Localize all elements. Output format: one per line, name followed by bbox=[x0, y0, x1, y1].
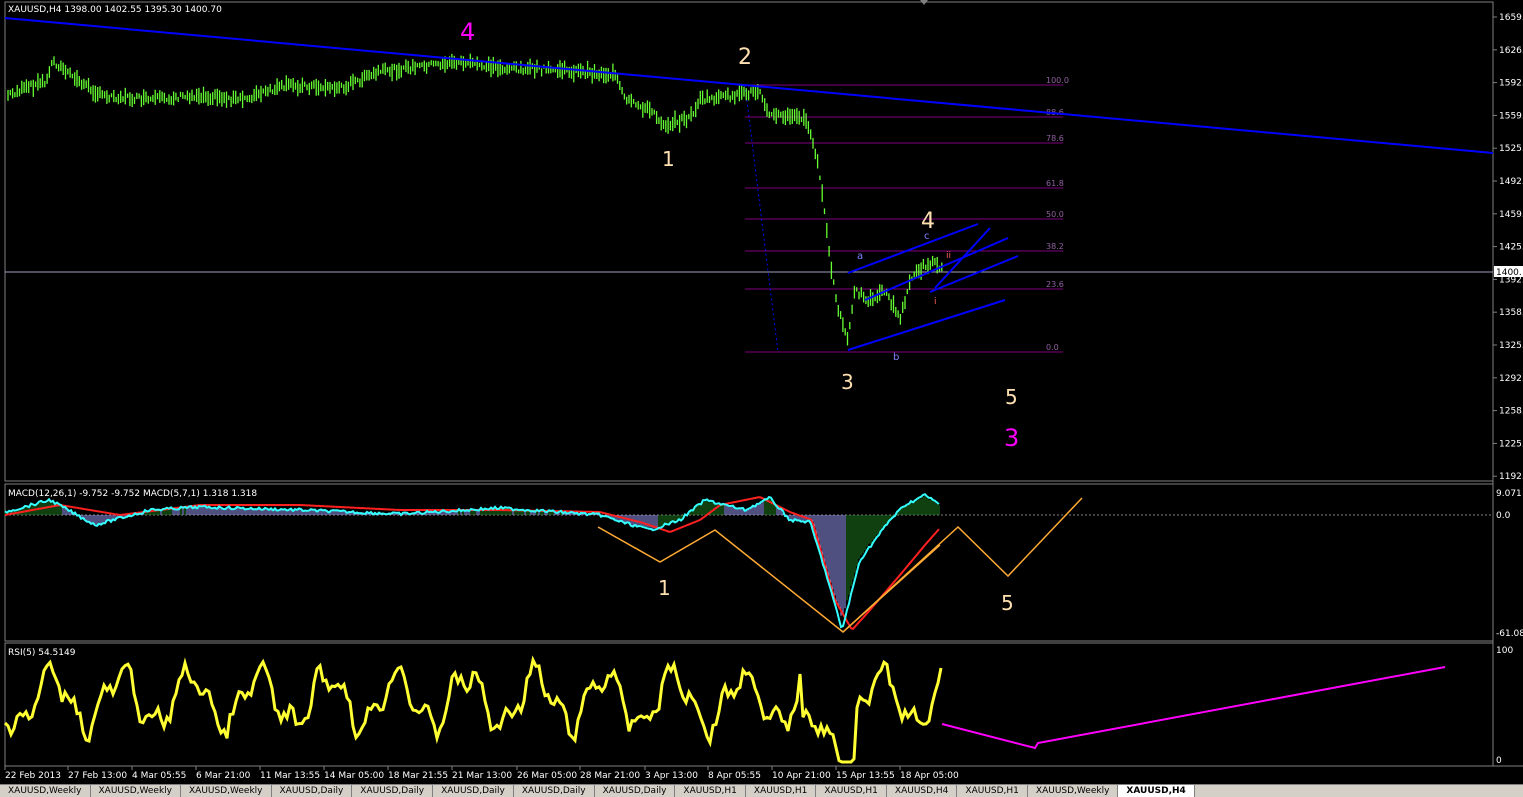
price-label: 1225. bbox=[1499, 439, 1523, 449]
macd-scale-zero: 0.0 bbox=[1496, 511, 1511, 521]
rsi-scale-top: 100 bbox=[1496, 646, 1513, 656]
chart-tab[interactable]: XAUUSD,Weekly bbox=[181, 785, 272, 797]
chart-tab[interactable]: XAUUSD,Weekly bbox=[91, 785, 181, 797]
rsi-line bbox=[3, 655, 943, 764]
fib-level-label: 38.2 bbox=[1046, 242, 1064, 251]
fib-level-label: 23.6 bbox=[1046, 280, 1064, 289]
fib-level-label: 61.8 bbox=[1046, 179, 1064, 188]
time-label: 15 Apr 13:55 bbox=[836, 771, 895, 781]
time-label: 18 Mar 21:55 bbox=[388, 771, 448, 781]
chart-tab[interactable]: XAUUSD,H4 bbox=[1118, 785, 1195, 797]
time-label: 18 Apr 05:00 bbox=[900, 771, 959, 781]
price-label: 1258. bbox=[1499, 407, 1523, 417]
rsi-header: RSI(5) 54.5149 bbox=[8, 648, 76, 658]
price-label: 1425. bbox=[1499, 243, 1523, 253]
macd-scale-bottom: -61.08 bbox=[1496, 629, 1523, 639]
chart-header: XAUUSD,H4 1398.00 1402.55 1395.30 1400.7… bbox=[8, 5, 222, 15]
time-label: 3 Apr 13:00 bbox=[645, 771, 698, 781]
wave-3-magenta: 3 bbox=[1004, 424, 1019, 452]
channel-lower-line[interactable] bbox=[847, 299, 1006, 351]
sub-wave-i: i bbox=[934, 297, 937, 307]
time-axis: 22 Feb 2013 27 Feb 13:00 4 Mar 05:55 6 Mar … bbox=[4, 766, 959, 781]
price-label: 1659. bbox=[1499, 13, 1523, 23]
sub-wave-ii: ii bbox=[946, 251, 951, 261]
time-label: 4 Mar 05:55 bbox=[132, 771, 186, 781]
price-label: 1292. bbox=[1499, 374, 1523, 384]
chart-tab[interactable]: XAUUSD,Daily bbox=[595, 785, 676, 797]
price-scale[interactable]: 1659. 1626. 1592. 1559. 1525. 1492. 1459. 1425.… bbox=[1493, 13, 1523, 482]
rsi-trendline[interactable] bbox=[941, 666, 1446, 750]
time-label: 27 Feb 13:00 bbox=[68, 771, 127, 781]
chart-tab[interactable]: XAUUSD,Weekly bbox=[0, 785, 91, 797]
fib-level-label: 100.0 bbox=[1046, 76, 1069, 85]
chart-tabs: XAUUSD,Weekly XAUUSD,Weekly XAUUSD,Weekly X… bbox=[0, 784, 1523, 797]
sub-wave-c: c bbox=[924, 231, 930, 242]
fib-level-label: 0.0 bbox=[1046, 343, 1059, 352]
time-label: 8 Apr 05:55 bbox=[708, 771, 761, 781]
chart-tab[interactable]: XAUUSD,H1 bbox=[746, 785, 817, 797]
macd-wave-5: 5 bbox=[1001, 591, 1014, 615]
wave-1: 1 bbox=[662, 147, 675, 171]
wave-4-magenta: 4 bbox=[460, 18, 475, 46]
sub-wave-a: a bbox=[857, 251, 863, 262]
macd-wave-1: 1 bbox=[658, 576, 671, 600]
macd-divergence-line[interactable] bbox=[842, 544, 941, 633]
chart-tab[interactable]: XAUUSD,Daily bbox=[433, 785, 514, 797]
macd-header: MACD(12,26,1) -9.752 -9.752 MACD(5,7,1) … bbox=[8, 489, 257, 499]
chart-tab[interactable]: XAUUSD,Daily bbox=[272, 785, 353, 797]
price-label: 1459. bbox=[1499, 210, 1523, 220]
chart-tab[interactable]: XAUUSD,H1 bbox=[957, 785, 1028, 797]
main-trendline[interactable] bbox=[4, 17, 1494, 154]
price-label: 1325. bbox=[1499, 341, 1523, 351]
price-label: 1559. bbox=[1499, 111, 1523, 121]
chart-tab[interactable]: XAUUSD,Daily bbox=[352, 785, 434, 797]
sub-wave-b: b bbox=[893, 352, 899, 363]
price-label: 1592. bbox=[1499, 79, 1523, 89]
fib-level-label: 50.0 bbox=[1046, 210, 1064, 219]
wave-3: 3 bbox=[841, 370, 854, 394]
chart-tab[interactable]: XAUUSD,Weekly bbox=[1028, 785, 1119, 797]
chart-tab[interactable]: XAUUSD,H4 bbox=[887, 785, 958, 797]
time-label: 26 Mar 05:00 bbox=[517, 771, 577, 781]
wave-2: 2 bbox=[738, 45, 752, 70]
price-label: 1626. bbox=[1499, 46, 1523, 56]
channel-line-2[interactable] bbox=[929, 255, 1019, 293]
chart-tab[interactable]: XAUUSD,H1 bbox=[816, 785, 887, 797]
fib-level-label: 78.6 bbox=[1046, 134, 1064, 143]
macd-scale-top: 9.071 bbox=[1496, 489, 1522, 499]
time-label: 6 Mar 21:00 bbox=[196, 771, 251, 781]
time-label: 21 Mar 13:00 bbox=[452, 771, 512, 781]
time-label: 10 Apr 21:00 bbox=[772, 771, 831, 781]
wave-5: 5 bbox=[1005, 385, 1018, 409]
chart-canvas[interactable]: 100.088.678.661.850.038.223.60.0 XAUUSD,… bbox=[0, 0, 1523, 796]
price-label: 1358. bbox=[1499, 308, 1523, 318]
rsi-scale-bottom: 0 bbox=[1496, 756, 1502, 766]
price-label: 1525. bbox=[1499, 144, 1523, 154]
channel-upper-line[interactable] bbox=[847, 223, 979, 274]
time-label: 22 Feb 2013 bbox=[5, 771, 61, 781]
time-label: 11 Mar 13:55 bbox=[260, 771, 320, 781]
price-candles bbox=[7, 53, 943, 346]
price-label: 1392. bbox=[1499, 275, 1523, 285]
chart-tab[interactable]: XAUUSD,H1 bbox=[675, 785, 746, 797]
price-label: 1192. bbox=[1499, 472, 1523, 482]
time-label: 14 Mar 05:00 bbox=[324, 771, 384, 781]
fibonacci-retracement[interactable]: 100.088.678.661.850.038.223.60.0 bbox=[745, 76, 1069, 353]
chart-tab[interactable]: XAUUSD,Daily bbox=[514, 785, 595, 797]
price-label: 1492. bbox=[1499, 177, 1523, 187]
time-label: 28 Mar 21:00 bbox=[580, 771, 640, 781]
rsi-panel[interactable] bbox=[4, 642, 1494, 767]
main-panel[interactable] bbox=[4, 1, 1494, 482]
